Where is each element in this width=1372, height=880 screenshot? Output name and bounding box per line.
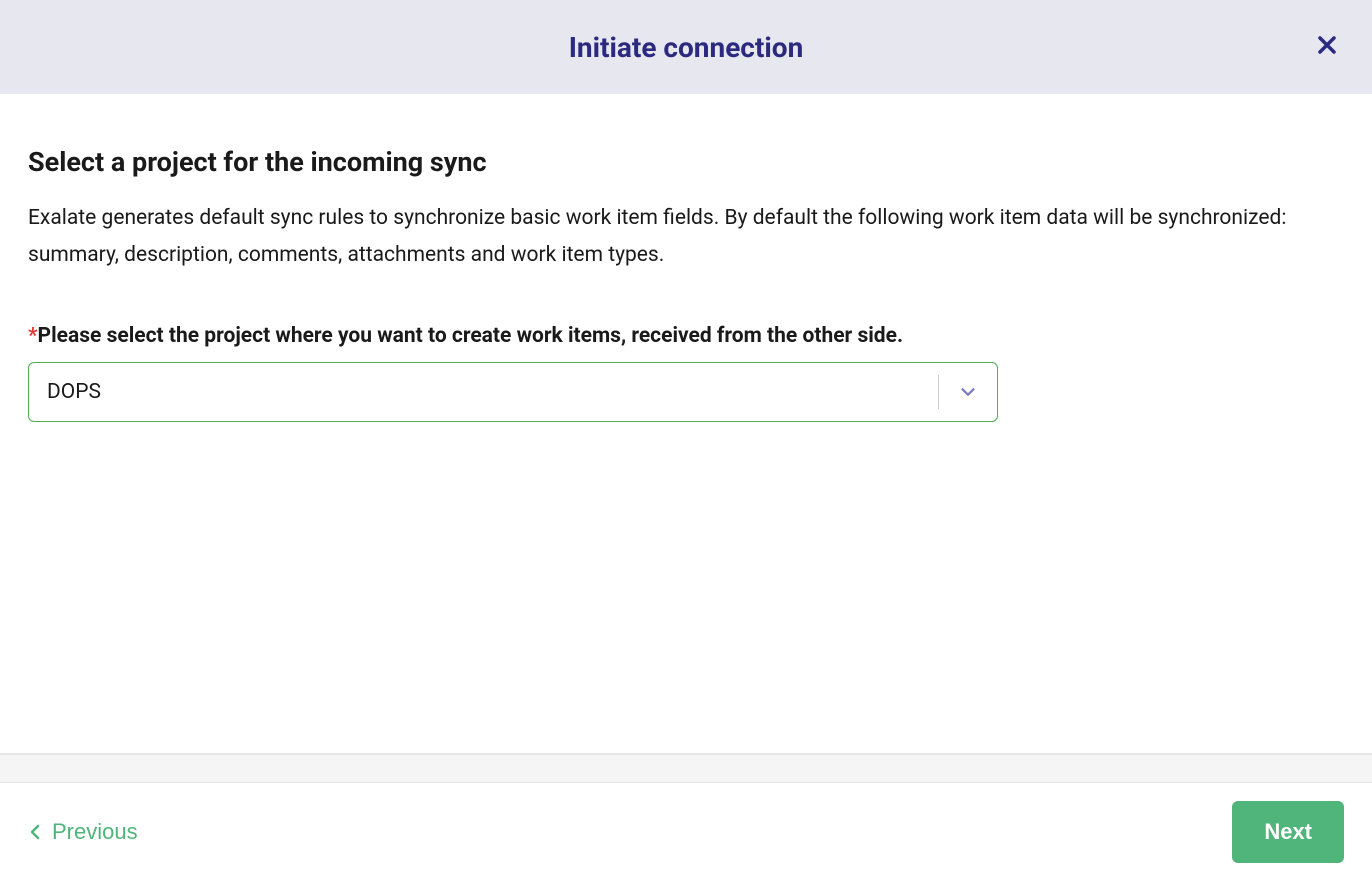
modal-header: Initiate connection	[0, 0, 1372, 94]
previous-button[interactable]: Previous	[28, 819, 138, 845]
select-divider	[938, 375, 939, 409]
section-title: Select a project for the incoming sync	[28, 146, 1344, 178]
modal-title: Initiate connection	[569, 31, 804, 64]
project-select-wrapper: DOPS	[28, 362, 998, 422]
project-select[interactable]: DOPS	[28, 362, 998, 422]
chevron-down-icon	[957, 381, 979, 403]
chevron-left-icon	[28, 822, 42, 842]
modal-footer: Previous Next	[0, 782, 1372, 880]
next-label: Next	[1264, 819, 1312, 844]
required-asterisk: *	[28, 324, 38, 348]
close-icon	[1318, 33, 1336, 60]
modal-content: Select a project for the incoming sync E…	[0, 94, 1372, 754]
section-description: Exalate generates default sync rules to …	[28, 200, 1344, 274]
close-button[interactable]	[1310, 25, 1344, 69]
previous-label: Previous	[52, 819, 138, 845]
project-field-label: *Please select the project where you wan…	[28, 324, 1344, 348]
footer-gap	[0, 754, 1372, 782]
project-select-value: DOPS	[47, 380, 926, 404]
next-button[interactable]: Next	[1232, 801, 1344, 863]
